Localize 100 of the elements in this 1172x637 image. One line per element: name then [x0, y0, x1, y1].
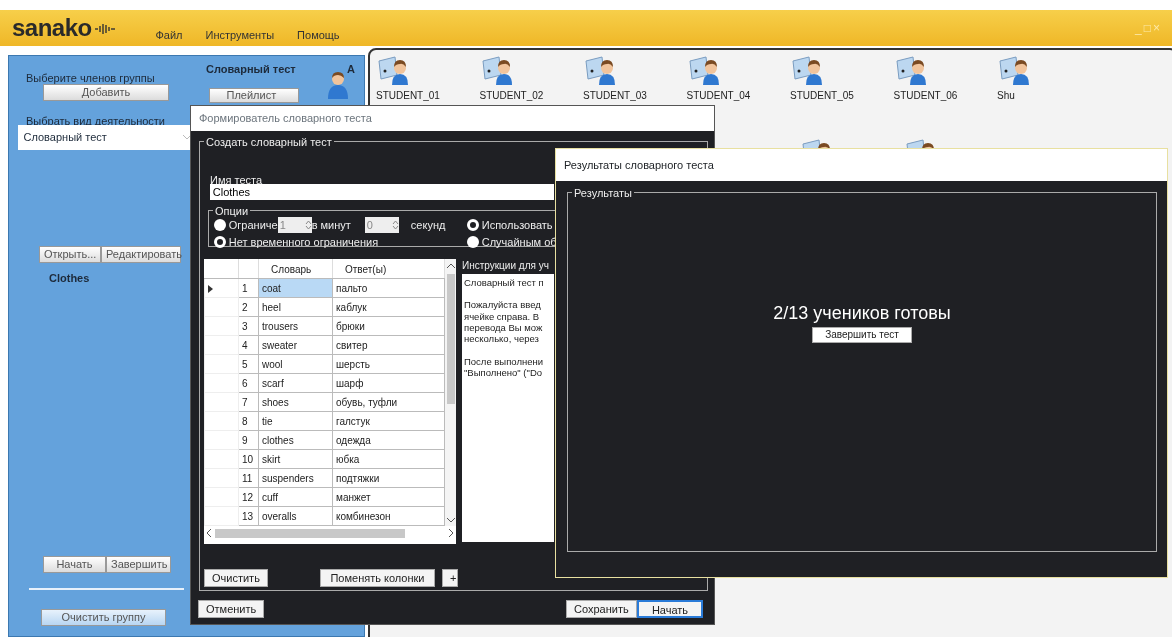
- row-number: 13: [238, 506, 259, 526]
- activity-select-value: Словарный тест: [23, 130, 107, 146]
- table-cell[interactable]: пальто: [332, 278, 445, 298]
- instructions-paragraph: После выполнени "Выполнено" ("Do: [464, 355, 545, 379]
- table-cell[interactable]: шарф: [332, 373, 445, 393]
- table-cell[interactable]: юбка: [332, 449, 445, 469]
- row-number: 1: [238, 278, 259, 298]
- add-button[interactable]: Добавить: [43, 84, 169, 101]
- row-number: 5: [238, 354, 259, 374]
- student-computer-icon: [997, 55, 1031, 85]
- finish-test-button[interactable]: Завершить тест: [812, 327, 912, 343]
- test-name-field[interactable]: Clothes: [210, 184, 554, 200]
- ready-status: 2/13 учеников готовы: [773, 302, 951, 325]
- activity-title: Словарный тест: [206, 62, 296, 77]
- table-cell[interactable]: scarf: [258, 373, 333, 393]
- instructions-paragraph: Пожалуйста введ ячейке справа. В перевода Вы мож несколько, через: [464, 299, 544, 345]
- student-name: STUDENT_01: [376, 89, 440, 103]
- table-cell[interactable]: tie: [258, 411, 333, 431]
- student-name: Shu: [997, 89, 1015, 103]
- row-number: 8: [238, 411, 259, 431]
- save-button[interactable]: Сохранить: [566, 600, 637, 618]
- student-name: STUDENT_02: [479, 89, 544, 103]
- chevron-down-icon: [446, 518, 455, 523]
- radio-label: Ограниче: [228, 218, 278, 233]
- row-number: 10: [238, 449, 259, 469]
- seconds-label: секунд: [410, 218, 446, 233]
- table-cell[interactable]: overalls: [258, 506, 333, 526]
- results-title: Результаты словарного теста: [556, 149, 1167, 181]
- radio-button[interactable]: [214, 236, 226, 249]
- table-cell[interactable]: манжет: [332, 487, 445, 507]
- student-computer-icon: [479, 55, 514, 85]
- vertical-scrollbar[interactable]: [445, 259, 456, 526]
- student-name: STUDENT_05: [790, 89, 854, 103]
- instructions-text-area[interactable]: Словарный тест п Пожалуйста введ ячейке справа. В перевода Вы мож несколько, через После выполнени "Выполнено" ("Do: [462, 274, 554, 542]
- table-cell[interactable]: галстук: [332, 411, 445, 431]
- student-computer-icon: [686, 55, 721, 85]
- row-header[interactable]: [204, 278, 239, 298]
- radio-label: Использовать: [481, 218, 553, 233]
- row-pointer-icon: [208, 282, 213, 294]
- row-number: 2: [238, 297, 259, 317]
- row-number: 6: [238, 373, 259, 393]
- row-number: 3: [238, 316, 259, 336]
- person-icon: [327, 69, 349, 99]
- student-computer-icon: [790, 55, 824, 85]
- instructions-label: Инструкции для уч: [462, 259, 549, 273]
- row-number: 4: [238, 335, 259, 355]
- menu-item[interactable]: Инструменты: [199, 26, 281, 44]
- playlist-button[interactable]: Плейлист: [209, 88, 299, 103]
- student-computer-icon: [893, 55, 928, 85]
- horizontal-scrollbar[interactable]: [204, 526, 456, 540]
- add-row-button[interactable]: +: [442, 569, 458, 587]
- start-button[interactable]: Начать: [43, 556, 106, 573]
- table-cell[interactable]: trousers: [258, 316, 333, 336]
- menu-item[interactable]: Файл: [149, 26, 189, 44]
- table-cell[interactable]: heel: [258, 297, 333, 317]
- student-name: STUDENT_04: [686, 89, 751, 103]
- cancel-button[interactable]: Отменить: [198, 600, 265, 618]
- swap-columns-button[interactable]: Поменять колонки: [320, 569, 435, 587]
- row-number: 12: [238, 487, 259, 507]
- table-cell[interactable]: обувь, туфли: [332, 392, 445, 412]
- radio-button[interactable]: [467, 236, 479, 249]
- chevron-up-icon: [446, 263, 455, 268]
- dialog-title: Формирователь словарного теста: [191, 106, 714, 131]
- start-button[interactable]: Начать: [637, 600, 703, 618]
- chevron-left-icon: [206, 529, 211, 537]
- table-cell[interactable]: брюки: [332, 316, 445, 336]
- table-cell[interactable]: комбинезон: [332, 506, 445, 526]
- instructions-paragraph: Словарный тест п: [464, 276, 545, 289]
- chevron-right-icon: [449, 529, 454, 537]
- table-cell[interactable]: sweater: [258, 335, 333, 355]
- table-cell[interactable]: skirt: [258, 449, 333, 469]
- table-cell[interactable]: каблук: [332, 297, 445, 317]
- table-cell[interactable]: cuff: [258, 487, 333, 507]
- row-number: 11: [238, 468, 259, 488]
- menu-item[interactable]: Помощь: [291, 26, 346, 44]
- radio-button[interactable]: [214, 219, 226, 232]
- student-computer-icon: [376, 55, 410, 85]
- table-cell[interactable]: suspenders: [258, 468, 333, 488]
- table-cell[interactable]: подтяжки: [332, 468, 445, 488]
- open-button[interactable]: Открыть...: [39, 246, 101, 263]
- table-cell[interactable]: одежда: [332, 430, 445, 450]
- table-cell[interactable]: свитер: [332, 335, 445, 355]
- student-name: STUDENT_03: [583, 89, 647, 103]
- members-label: Выберите членов группы: [26, 71, 155, 86]
- finish-button[interactable]: Завершить: [106, 556, 171, 573]
- table-cell[interactable]: wool: [258, 354, 333, 374]
- radio-button[interactable]: [467, 219, 479, 232]
- column-header: Ответ(ы): [332, 259, 445, 279]
- column-header: Словарь: [258, 259, 333, 279]
- minutes-label: в минут: [311, 218, 351, 233]
- clear-button[interactable]: Очистить: [204, 569, 268, 587]
- student-computer-icon: [583, 55, 617, 85]
- table-cell[interactable]: shoes: [258, 392, 333, 412]
- app-logo: sanako: [12, 16, 92, 40]
- student-name: STUDENT_06: [893, 89, 958, 103]
- table-cell[interactable]: шерсть: [332, 354, 445, 374]
- clear-group-button[interactable]: Очистить группу: [41, 609, 166, 626]
- table-cell[interactable]: clothes: [258, 430, 333, 450]
- radio-label: Нет временного ограничения: [228, 235, 379, 250]
- row-number: 7: [238, 392, 259, 412]
